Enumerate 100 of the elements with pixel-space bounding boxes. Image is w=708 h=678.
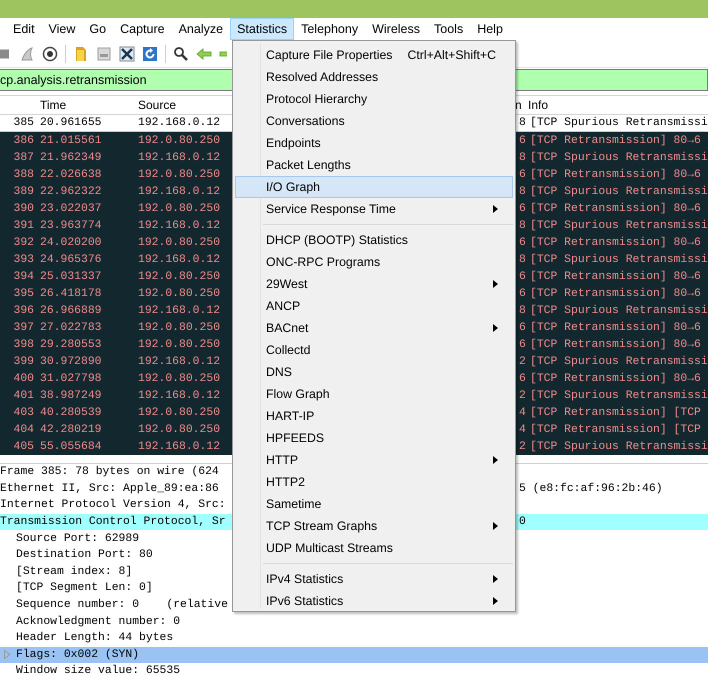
table-cell: 397 — [13, 322, 34, 334]
table-cell: 192.168.0.12 — [138, 117, 220, 129]
table-cell: [TCP Retransmission] 80→6 — [530, 270, 701, 282]
table-cell: 21.962349 — [40, 152, 102, 164]
table-cell: 398 — [13, 338, 34, 350]
table-cell: 6 — [519, 288, 526, 300]
table-cell: [TCP Retransmission] [TCP — [530, 424, 701, 436]
table-cell: 396 — [13, 304, 34, 316]
table-cell: [TCP Retransmission] 80→6 — [530, 202, 701, 214]
table-cell: 192.168.0.12 — [138, 390, 220, 402]
table-cell: 4 — [519, 406, 526, 418]
tree-item-text: Destination Port: 80 — [16, 549, 153, 562]
table-cell: [TCP Spurious Retransmissi — [530, 186, 708, 198]
table-cell: 25.031337 — [40, 270, 102, 282]
table-cell: 192.168.0.12 — [138, 356, 220, 368]
table-cell: 22.962322 — [40, 186, 102, 198]
table-cell: [TCP Spurious Retransmissi — [530, 117, 708, 129]
table-cell: 24.965376 — [40, 254, 102, 266]
table-cell: 6 — [519, 236, 526, 248]
table-cell: 26.418178 — [40, 288, 102, 300]
table-cell: 192.0.80.250 — [138, 288, 220, 300]
table-cell: [TCP Retransmission] 80→6 — [530, 168, 701, 180]
table-cell: [TCP Retransmission] 80→6 — [530, 288, 701, 300]
tree-item-text: Source Port: 62989 — [16, 532, 140, 545]
table-cell: 23.963774 — [40, 220, 102, 232]
table-cell: 2 — [519, 356, 526, 368]
table-cell: 389 — [13, 186, 34, 198]
table-cell: 192.0.80.250 — [138, 270, 220, 282]
tree-item-text: Transmission Control Protocol, Sr — [0, 516, 226, 528]
table-cell: 192.0.80.250 — [138, 424, 220, 436]
table-cell: [TCP Spurious Retransmissi — [530, 356, 708, 368]
table-cell: 192.168.0.12 — [138, 220, 220, 232]
tree-item-text: Ethernet II, Src: Apple_89:ea:86 — [0, 482, 219, 495]
tree-item-text: 0 — [519, 516, 526, 528]
table-cell: [TCP Retransmission] 80→6 — [530, 236, 701, 248]
table-cell: 6 — [519, 202, 526, 214]
table-cell: 394 — [13, 270, 34, 282]
table-cell: 192.168.0.12 — [138, 304, 220, 316]
table-cell: 40.280539 — [40, 406, 102, 418]
table-cell: 6 — [519, 134, 526, 146]
table-cell: 55.055684 — [40, 440, 102, 452]
table-cell: 192.168.0.12 — [138, 152, 220, 164]
table-cell: 30.972890 — [40, 356, 102, 368]
tree-item-text: Flags: 0x002 (SYN) — [16, 648, 140, 661]
table-cell: 387 — [13, 152, 34, 164]
table-cell: 6 — [519, 168, 526, 180]
table-cell: 6 — [519, 338, 526, 350]
table-cell: 392 — [13, 236, 34, 248]
table-cell: 2 — [519, 440, 526, 452]
table-cell: 192.168.0.12 — [138, 186, 220, 198]
table-cell: 405 — [13, 440, 34, 452]
table-cell: 192.168.0.12 — [138, 440, 220, 452]
table-cell: 22.026638 — [40, 168, 102, 180]
table-cell: 192.0.80.250 — [138, 322, 220, 334]
table-cell: 42.280219 — [40, 424, 102, 436]
table-cell: 6 — [519, 270, 526, 282]
table-cell: 403 — [13, 406, 34, 418]
table-cell: 391 — [13, 220, 34, 232]
tree-item-text: Internet Protocol Version 4, Src: — [0, 499, 226, 512]
table-cell: 8 — [519, 220, 526, 232]
table-cell: 26.966889 — [40, 304, 102, 316]
table-cell: 192.0.80.250 — [138, 338, 220, 350]
table-cell: 21.015561 — [40, 134, 102, 146]
table-cell: 29.280553 — [40, 338, 102, 350]
table-cell: 20.961655 — [40, 117, 102, 129]
table-cell: 8 — [519, 254, 526, 266]
table-cell: 6 — [519, 372, 526, 384]
table-cell: [TCP Spurious Retransmissi — [530, 390, 708, 402]
table-cell: 385 — [13, 117, 34, 129]
table-cell: 192.0.80.250 — [138, 134, 220, 146]
table-cell: 8 — [519, 152, 526, 164]
table-cell: [TCP Retransmission] [TCP — [530, 406, 701, 418]
tree-item-text: Frame 385: 78 bytes on wire (624 — [0, 466, 219, 478]
table-cell: [TCP Spurious Retransmissi — [530, 220, 708, 232]
table-cell: [TCP Spurious Retransmissi — [530, 152, 708, 164]
table-cell: 393 — [13, 254, 34, 266]
table-cell: [TCP Retransmission] 80→6 — [530, 338, 701, 350]
tree-item-text: Acknowledgment number: 0 — [16, 616, 180, 628]
table-cell: 8 — [519, 304, 526, 316]
table-cell: [TCP Retransmission] 80→6 — [530, 322, 701, 334]
table-cell: [TCP Spurious Retransmissi — [530, 254, 708, 266]
table-cell: 401 — [13, 390, 34, 402]
table-cell: 388 — [13, 168, 34, 180]
tree-item-text: [TCP Segment Len: 0] — [16, 582, 153, 594]
table-cell: 399 — [13, 356, 34, 368]
table-cell: 192.168.0.12 — [138, 254, 220, 266]
table-cell: 192.0.80.250 — [138, 372, 220, 384]
table-cell: [TCP Retransmission] 80→6 — [530, 372, 701, 384]
table-cell: 390 — [13, 202, 34, 214]
table-cell: 404 — [13, 424, 34, 436]
table-cell: 395 — [13, 288, 34, 300]
tree-item-text: Header Length: 44 bytes — [16, 632, 174, 644]
table-cell: 23.022037 — [40, 202, 102, 214]
tree-item-text: 5 (e8:fc:af:96:2b:46) — [519, 482, 663, 495]
table-cell: 27.022783 — [40, 322, 102, 334]
table-cell: 386 — [13, 134, 34, 146]
table-cell: 192.0.80.250 — [138, 202, 220, 214]
table-cell: [TCP Spurious Retransmissi — [530, 440, 708, 452]
table-cell: 8 — [519, 117, 526, 129]
table-cell: [TCP Spurious Retransmissi — [530, 304, 708, 316]
